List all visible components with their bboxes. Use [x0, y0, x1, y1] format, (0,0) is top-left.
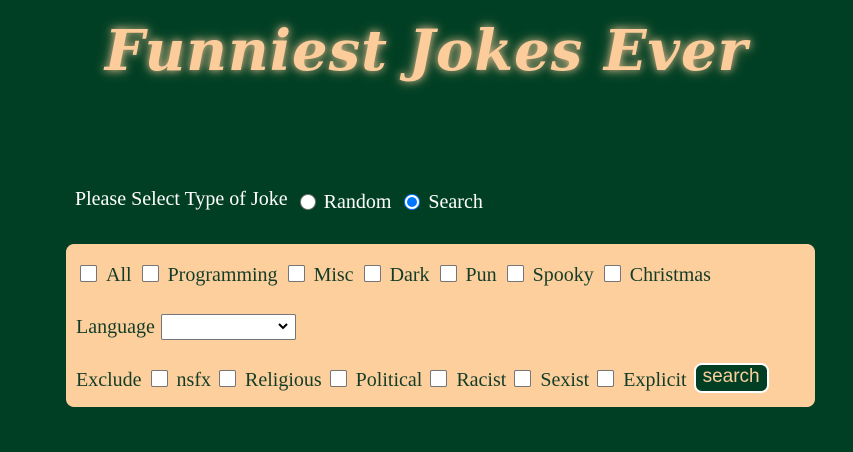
category-misc-label: Misc: [313, 264, 354, 286]
category-pun-label: Pun: [465, 264, 497, 286]
category-pun[interactable]: Pun: [439, 264, 497, 287]
exclude-racist-label: Racist: [456, 368, 507, 391]
category-programming-checkbox[interactable]: [141, 265, 159, 282]
category-spooky-label: Spooky: [532, 264, 594, 286]
search-options-panel: All Programming Misc Dark Pun Spooky Chr…: [66, 244, 815, 407]
radio-option-search[interactable]: Search: [404, 190, 483, 214]
category-all[interactable]: All: [80, 264, 132, 287]
category-misc-checkbox[interactable]: [287, 265, 305, 282]
exclude-political[interactable]: Political: [329, 368, 423, 392]
radio-random[interactable]: [299, 194, 316, 210]
category-spooky[interactable]: Spooky: [506, 264, 594, 287]
category-programming[interactable]: Programming: [141, 264, 278, 287]
chevron-down-icon: [278, 323, 288, 330]
exclude-explicit-label: Explicit: [623, 368, 687, 391]
category-christmas[interactable]: Christmas: [603, 264, 711, 287]
radio-random-label: Random: [323, 190, 392, 213]
exclude-explicit-checkbox[interactable]: [597, 369, 615, 387]
exclude-racist[interactable]: Racist: [430, 369, 506, 392]
category-dark-label: Dark: [389, 264, 430, 286]
exclude-label: Exclude: [76, 368, 142, 391]
radio-option-random[interactable]: Random: [299, 190, 392, 214]
radio-search[interactable]: [404, 194, 421, 210]
page-title: Funniest Jokes Ever: [104, 18, 749, 84]
exclude-explicit[interactable]: Explicit: [597, 368, 687, 392]
exclude-political-checkbox[interactable]: [329, 369, 347, 387]
radio-search-label: Search: [428, 190, 483, 213]
category-pun-checkbox[interactable]: [439, 265, 457, 282]
exclude-religious[interactable]: Religious: [218, 368, 322, 392]
category-christmas-label: Christmas: [629, 264, 711, 286]
exclude-religious-checkbox[interactable]: [218, 369, 236, 387]
exclude-political-label: Political: [355, 368, 423, 391]
category-misc[interactable]: Misc: [287, 264, 354, 287]
category-dark-checkbox[interactable]: [363, 265, 381, 282]
exclude-sexist-checkbox[interactable]: [514, 369, 532, 387]
exclude-racist-checkbox[interactable]: [430, 369, 448, 387]
category-dark[interactable]: Dark: [363, 264, 430, 287]
joke-type-row: Please Select Type of Joke Random Search: [75, 186, 496, 216]
category-all-label: All: [106, 264, 132, 286]
exclude-religious-label: Religious: [244, 368, 322, 391]
language-label: Language: [76, 315, 155, 338]
language-select[interactable]: [160, 314, 296, 340]
exclude-row: Exclude nsfx Religious Political Racist …: [76, 363, 769, 395]
language-row: Language: [76, 314, 296, 340]
exclude-nsfx[interactable]: nsfx: [150, 368, 211, 392]
category-programming-label: Programming: [167, 264, 278, 286]
exclude-nsfx-label: nsfx: [176, 368, 211, 391]
page: Funniest Jokes Ever Please Select Type o…: [0, 0, 853, 452]
exclude-sexist-label: Sexist: [540, 368, 590, 391]
category-all-checkbox[interactable]: [80, 265, 97, 282]
search-button[interactable]: search: [693, 363, 769, 393]
category-row: All Programming Misc Dark Pun Spooky Chr…: [80, 264, 721, 287]
exclude-sexist[interactable]: Sexist: [514, 369, 589, 392]
category-spooky-checkbox[interactable]: [506, 265, 524, 282]
joke-type-label: Please Select Type of Joke: [75, 187, 288, 210]
exclude-nsfx-checkbox[interactable]: [150, 369, 168, 387]
category-christmas-checkbox[interactable]: [603, 265, 621, 282]
